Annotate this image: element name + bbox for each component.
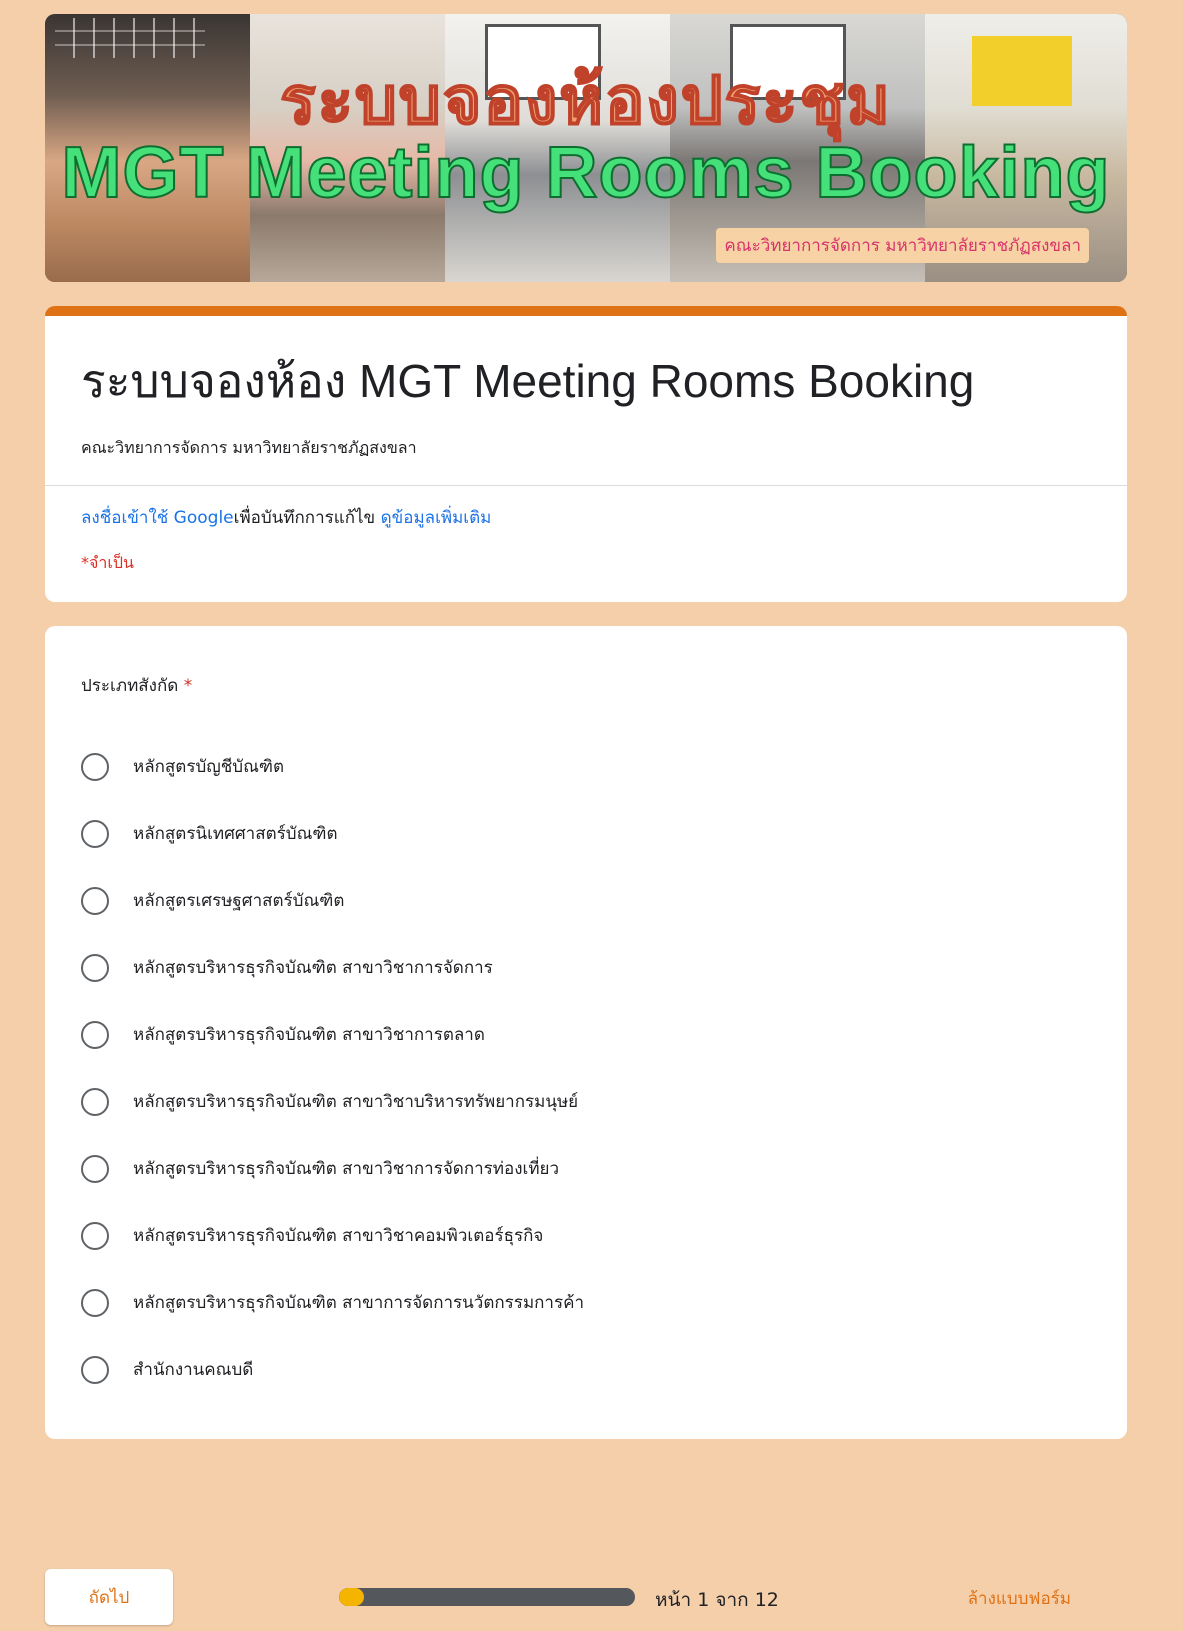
progress-bar-fill: [339, 1588, 364, 1606]
page-indicator: หน้า 1 จาก 12: [655, 1589, 779, 1611]
progress-bar: [339, 1588, 635, 1606]
radio-button[interactable]: [81, 1355, 109, 1384]
clear-form-button[interactable]: ล้างแบบฟอร์ม: [968, 1585, 1071, 1612]
radio-button[interactable]: [81, 819, 109, 848]
question-card-affiliation: ประเภทสังกัด * หลักสูตรบัญชีบัณฑิต หลักส…: [45, 626, 1127, 1439]
radio-option-label: หลักสูตรบริหารธุรกิจบัณฑิต สาขาวิชาการจั…: [133, 1159, 560, 1179]
radio-button[interactable]: [81, 886, 109, 915]
radio-button[interactable]: [81, 1288, 109, 1317]
radio-button[interactable]: [81, 1221, 109, 1250]
radio-option-label: หลักสูตรบริหารธุรกิจบัณฑิต สาขาวิชาการจั…: [133, 958, 493, 978]
radio-option[interactable]: หลักสูตรบัญชีบัณฑิต: [81, 733, 1091, 800]
radio-option[interactable]: หลักสูตรบริหารธุรกิจบัณฑิต สาขาวิชาบริหา…: [81, 1068, 1091, 1135]
signin-row: ลงชื่อเข้าใช้ Googleเพื่อบันทึกการแก้ไข …: [45, 486, 1127, 531]
radio-option-label: สำนักงานคณบดี: [133, 1360, 254, 1380]
signin-google-link[interactable]: ลงชื่อเข้าใช้ Google: [81, 508, 234, 528]
radio-option[interactable]: หลักสูตรเศรษฐศาสตร์บัณฑิต: [81, 867, 1091, 934]
radio-option-label: หลักสูตรบริหารธุรกิจบัณฑิต สาขาการจัดการ…: [133, 1293, 585, 1313]
radio-option-label: หลักสูตรบัญชีบัณฑิต: [133, 757, 284, 777]
header-banner: ระบบจองห้องประชุม MGT Meeting Rooms Book…: [45, 14, 1127, 282]
radio-option[interactable]: หลักสูตรบริหารธุรกิจบัณฑิต สาขาวิชาการจั…: [81, 1135, 1091, 1202]
banner-subtitle: คณะวิทยาการจัดการ มหาวิทยาลัยราชภัฏสงขลา: [716, 228, 1089, 263]
radio-group: หลักสูตรบัญชีบัณฑิต หลักสูตรนิเทศศาสตร์บ…: [81, 733, 1091, 1403]
radio-option[interactable]: หลักสูตรนิเทศศาสตร์บัณฑิต: [81, 800, 1091, 867]
radio-button[interactable]: [81, 1020, 109, 1049]
form-description: คณะวิทยาการจัดการ มหาวิทยาลัยราชภัฏสงขลา: [81, 438, 417, 457]
form-footer: ถัดไป หน้า 1 จาก 12 ล้างแบบฟอร์ม: [45, 1569, 1127, 1625]
radio-option[interactable]: หลักสูตรบริหารธุรกิจบัณฑิต สาขาวิชาการจั…: [81, 934, 1091, 1001]
form-container: ระบบจองห้องประชุม MGT Meeting Rooms Book…: [45, 14, 1127, 1439]
radio-option[interactable]: หลักสูตรบริหารธุรกิจบัณฑิต สาขาการจัดการ…: [81, 1269, 1091, 1336]
radio-option-label: หลักสูตรเศรษฐศาสตร์บัณฑิต: [133, 891, 345, 911]
form-header-card: ระบบจองห้อง MGT Meeting Rooms Booking คณ…: [45, 306, 1127, 602]
radio-option-label: หลักสูตรบริหารธุรกิจบัณฑิต สาขาวิชาบริหา…: [133, 1092, 579, 1112]
radio-option-label: หลักสูตรบริหารธุรกิจบัณฑิต สาขาวิชาคอมพิ…: [133, 1226, 544, 1246]
banner-title-english: MGT Meeting Rooms Booking: [61, 132, 1111, 214]
required-asterisk: *: [183, 676, 193, 696]
question-title: ประเภทสังกัด *: [81, 672, 1091, 699]
signin-text: เพื่อบันทึกการแก้ไข: [233, 508, 376, 528]
radio-option-label: หลักสูตรนิเทศศาสตร์บัณฑิต: [133, 824, 338, 844]
next-button[interactable]: ถัดไป: [45, 1569, 173, 1625]
more-info-link[interactable]: ดูข้อมูลเพิ่มเติม: [381, 508, 492, 528]
radio-option[interactable]: หลักสูตรบริหารธุรกิจบัณฑิต สาขาวิชาการตล…: [81, 1001, 1091, 1068]
radio-option[interactable]: สำนักงานคณบดี: [81, 1336, 1091, 1403]
radio-button[interactable]: [81, 953, 109, 982]
radio-option[interactable]: หลักสูตรบริหารธุรกิจบัณฑิต สาขาวิชาคอมพิ…: [81, 1202, 1091, 1269]
radio-button[interactable]: [81, 752, 109, 781]
form-title: ระบบจองห้อง MGT Meeting Rooms Booking: [81, 355, 975, 407]
radio-button[interactable]: [81, 1087, 109, 1116]
required-note: *จำเป็น: [81, 553, 134, 572]
radio-option-label: หลักสูตรบริหารธุรกิจบัณฑิต สาขาวิชาการตล…: [133, 1025, 485, 1045]
radio-button[interactable]: [81, 1154, 109, 1183]
question-title-text: ประเภทสังกัด: [81, 676, 179, 696]
